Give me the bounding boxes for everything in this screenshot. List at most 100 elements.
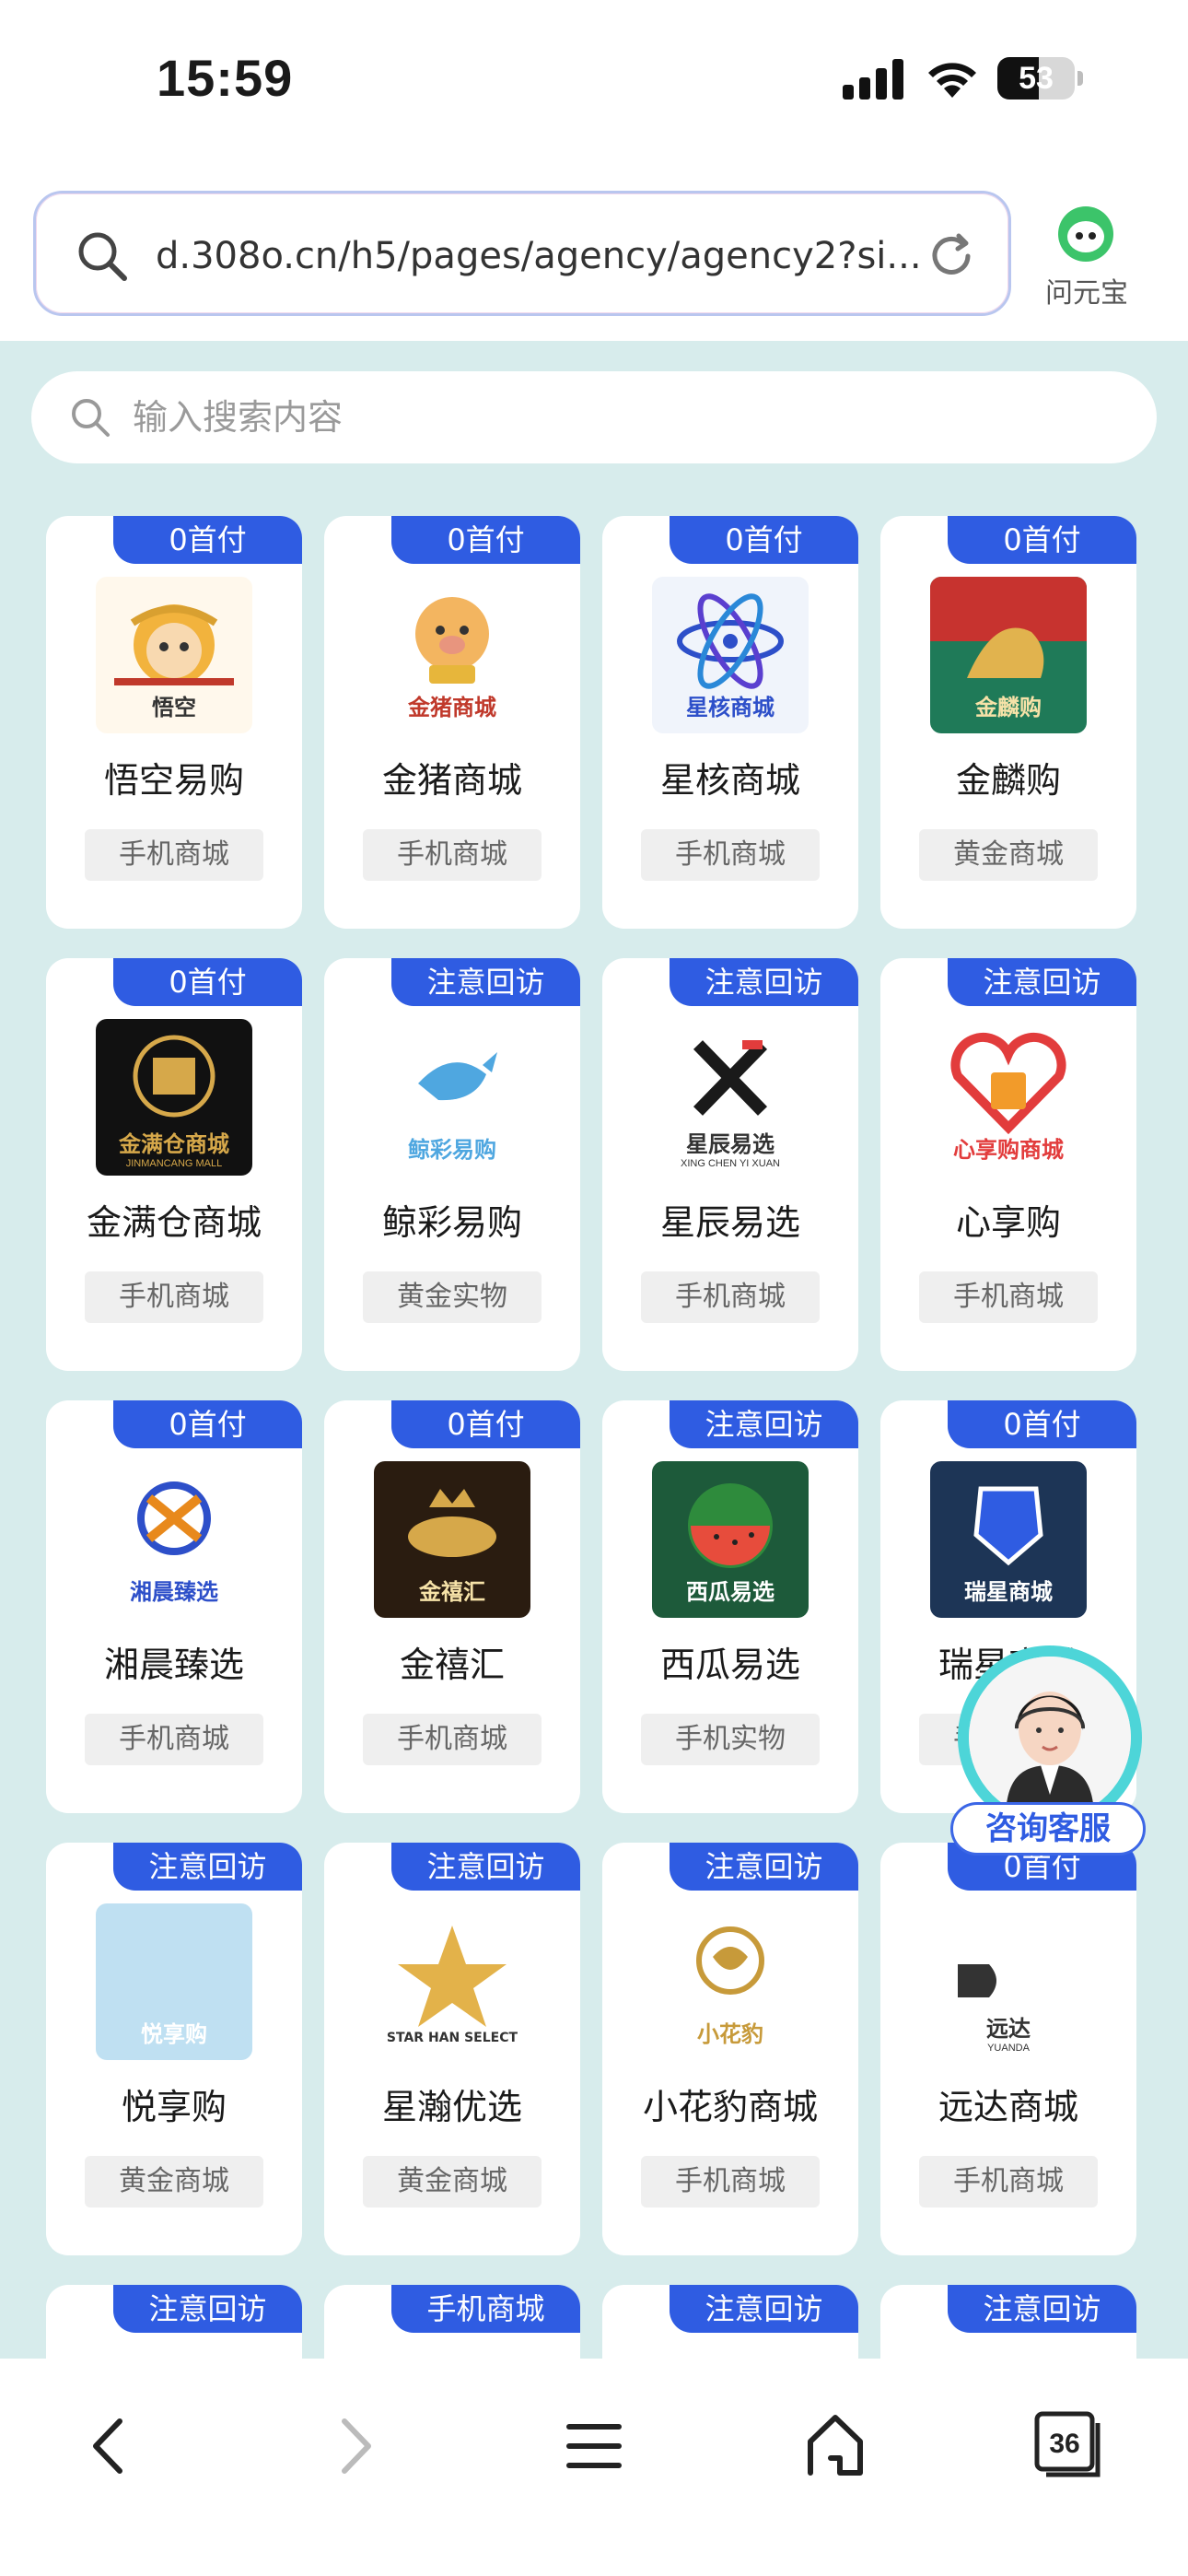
store-category-tag: 手机商城 xyxy=(641,2156,820,2207)
yuanbao-assistant-button[interactable]: 问元宝 xyxy=(1031,205,1142,316)
logo-text: 星辰易选 xyxy=(686,1131,775,1157)
store-card[interactable]: 0首付 金禧汇 金禧汇 手机商城 xyxy=(324,1400,580,1813)
store-logo: 小花豹 xyxy=(652,1903,809,2060)
store-logo: 远达 YUANDA xyxy=(930,1903,1087,2060)
store-card[interactable]: 注意回访 悦享购 悦享购 黄金商城 xyxy=(46,1843,302,2255)
store-badge: 注意回访 xyxy=(391,958,580,1006)
store-card[interactable]: 注意回访 小花豹 小花豹商城 手机商城 xyxy=(602,1843,858,2255)
store-name: 鲸彩易购 xyxy=(381,1202,522,1243)
search-input[interactable] xyxy=(133,388,1127,447)
url-text[interactable]: d.308o.cn/h5/pages/agency/agency2?si... xyxy=(156,227,938,286)
back-button[interactable] xyxy=(68,2405,151,2488)
store-category-tag: 手机商城 xyxy=(363,1714,542,1765)
store-badge: 0首付 xyxy=(948,1400,1136,1448)
logo-text: 瑞星商城 xyxy=(964,1579,1053,1605)
store-badge: 注意回访 xyxy=(113,1843,302,1891)
store-logo: STAR HAN SELECT xyxy=(374,1903,530,2060)
store-name: 湘晨臻选 xyxy=(103,1645,244,1685)
browser-toolbar: d.308o.cn/h5/pages/agency/agency2?si... … xyxy=(0,161,1188,341)
store-card[interactable]: 注意回访星辰易选 XING CHEN YI XUAN 星辰易选手机商城 xyxy=(602,958,858,1371)
logo-text: 西瓜易选 xyxy=(686,1579,775,1605)
store-name: 星核商城 xyxy=(659,760,800,801)
store-card[interactable]: 注意回访 xyxy=(602,2285,858,2359)
store-category-tag: 手机商城 xyxy=(641,829,820,881)
logo-text: 远达 xyxy=(986,2016,1031,2042)
store-logo: 西瓜易选 xyxy=(652,1461,809,1618)
store-badge: 注意回访 xyxy=(670,1400,858,1448)
store-logo: 瑞星商城 xyxy=(930,1461,1087,1618)
store-logo: 悟空 xyxy=(96,577,252,733)
store-card[interactable]: 0首付 金麟购 金麟购 黄金商城 xyxy=(880,516,1136,929)
home-button[interactable] xyxy=(794,2405,877,2488)
logo-text: 心享购商城 xyxy=(953,1137,1064,1163)
store-logo: 金猪商城 xyxy=(374,577,530,733)
store-card[interactable]: 0首付 远达 YUANDA 远达商城 手机商城 xyxy=(880,1843,1136,2255)
agent-avatar xyxy=(969,1657,1131,1819)
store-card[interactable]: 0首付 湘晨臻选 湘晨臻选 手机商城 xyxy=(46,1400,302,1813)
service-label: 咨询客服 xyxy=(950,1802,1146,1856)
logo-text: 鲸彩易购 xyxy=(408,1137,496,1163)
store-category-tag: 手机商城 xyxy=(85,1714,263,1765)
store-category-tag: 手机商城 xyxy=(641,1271,820,1323)
store-badge: 0首付 xyxy=(948,516,1136,564)
store-card[interactable]: 注意回访 鲸彩易购 鲸彩易购 黄金实物 xyxy=(324,958,580,1371)
page-content: 0首付悟空悟空易购手机商城0首付金猪商城金猪商城手机商城0首付星核商城星核商城手… xyxy=(0,341,1188,2359)
store-category-tag: 黄金商城 xyxy=(363,2156,542,2207)
logo-text: 悟空 xyxy=(152,695,196,720)
store-name: 悦享购 xyxy=(121,2087,227,2127)
store-card[interactable]: 0首付 星核商城 星核商城 手机商城 xyxy=(602,516,858,929)
store-name: 金猪商城 xyxy=(381,760,522,801)
logo-text: 悦享购 xyxy=(141,2021,207,2047)
address-bar[interactable]: d.308o.cn/h5/pages/agency/agency2?si... xyxy=(33,191,1011,316)
store-card[interactable]: 0首付 悟空 悟空易购 手机商城 xyxy=(46,516,302,929)
logo-text: STAR HAN SELECT xyxy=(387,2031,518,2045)
store-logo: 悦享购 xyxy=(96,1903,252,2060)
store-card[interactable]: 0首付 金满仓商城 JINMANCANG MALL 金满仓商城 手机商城 xyxy=(46,958,302,1371)
store-card[interactable]: 注意回访 西瓜易选 西瓜易选 手机实物 xyxy=(602,1400,858,1813)
store-card[interactable]: 手机商城 xyxy=(324,2285,580,2359)
store-card[interactable]: 0首付 金猪商城 金猪商城 手机商城 xyxy=(324,516,580,929)
logo-text: 金猪商城 xyxy=(407,695,496,720)
store-badge: 0首付 xyxy=(391,516,580,564)
store-logo: 星辰易选 XING CHEN YI XUAN xyxy=(652,1019,809,1176)
store-logo: 心享购商城 xyxy=(930,1019,1087,1176)
menu-button[interactable] xyxy=(553,2405,635,2488)
store-name: 远达商城 xyxy=(938,2087,1078,2127)
logo-text: 星核商城 xyxy=(686,695,775,720)
store-badge: 注意回访 xyxy=(670,958,858,1006)
store-name: 金满仓商城 xyxy=(86,1202,262,1243)
logo-text: 金满仓商城 xyxy=(118,1131,229,1157)
store-card[interactable]: 注意回访 心享购商城 心享购 手机商城 xyxy=(880,958,1136,1371)
battery-indicator: 53 xyxy=(997,57,1083,100)
store-badge: 0首付 xyxy=(113,1400,302,1448)
store-badge: 注意回访 xyxy=(391,1843,580,1891)
status-bar: 15:59 53 xyxy=(0,0,1188,161)
svg-text:YUANDA: YUANDA xyxy=(987,2043,1031,2054)
logo-text: 金禧汇 xyxy=(418,1579,485,1605)
store-badge: 注意回访 xyxy=(948,2285,1136,2333)
battery-percent: 53 xyxy=(1019,61,1054,96)
store-category-tag: 手机商城 xyxy=(363,829,542,881)
search-bar[interactable] xyxy=(31,371,1157,463)
forward-button[interactable] xyxy=(313,2405,396,2488)
store-badge: 注意回访 xyxy=(113,2285,302,2333)
store-logo: 金禧汇 xyxy=(374,1461,530,1618)
store-name: 西瓜易选 xyxy=(659,1645,800,1685)
customer-service-button[interactable]: 咨询客服 xyxy=(950,1645,1146,1857)
store-category-tag: 手机实物 xyxy=(641,1714,820,1765)
yuanbao-icon xyxy=(1058,206,1113,262)
store-name: 金禧汇 xyxy=(399,1645,505,1685)
tab-count: 36 xyxy=(1049,2429,1079,2459)
store-card[interactable]: 注意回访 xyxy=(46,2285,302,2359)
svg-text:XING CHEN YI XUAN: XING CHEN YI XUAN xyxy=(681,1158,780,1169)
store-card[interactable]: 注意回访 xyxy=(880,2285,1136,2359)
store-badge: 0首付 xyxy=(113,958,302,1006)
reload-icon[interactable] xyxy=(926,230,977,282)
store-category-tag: 手机商城 xyxy=(85,1271,263,1323)
menu-icon xyxy=(566,2424,622,2468)
store-card[interactable]: 注意回访 STAR HAN SELECT 星瀚优选 黄金商城 xyxy=(324,1843,580,2255)
store-name: 小花豹商城 xyxy=(642,2087,818,2127)
back-arrow-icon xyxy=(93,2418,122,2474)
tabs-button[interactable]: 36 xyxy=(1033,2410,1101,2478)
store-logo: 湘晨臻选 xyxy=(96,1461,252,1618)
